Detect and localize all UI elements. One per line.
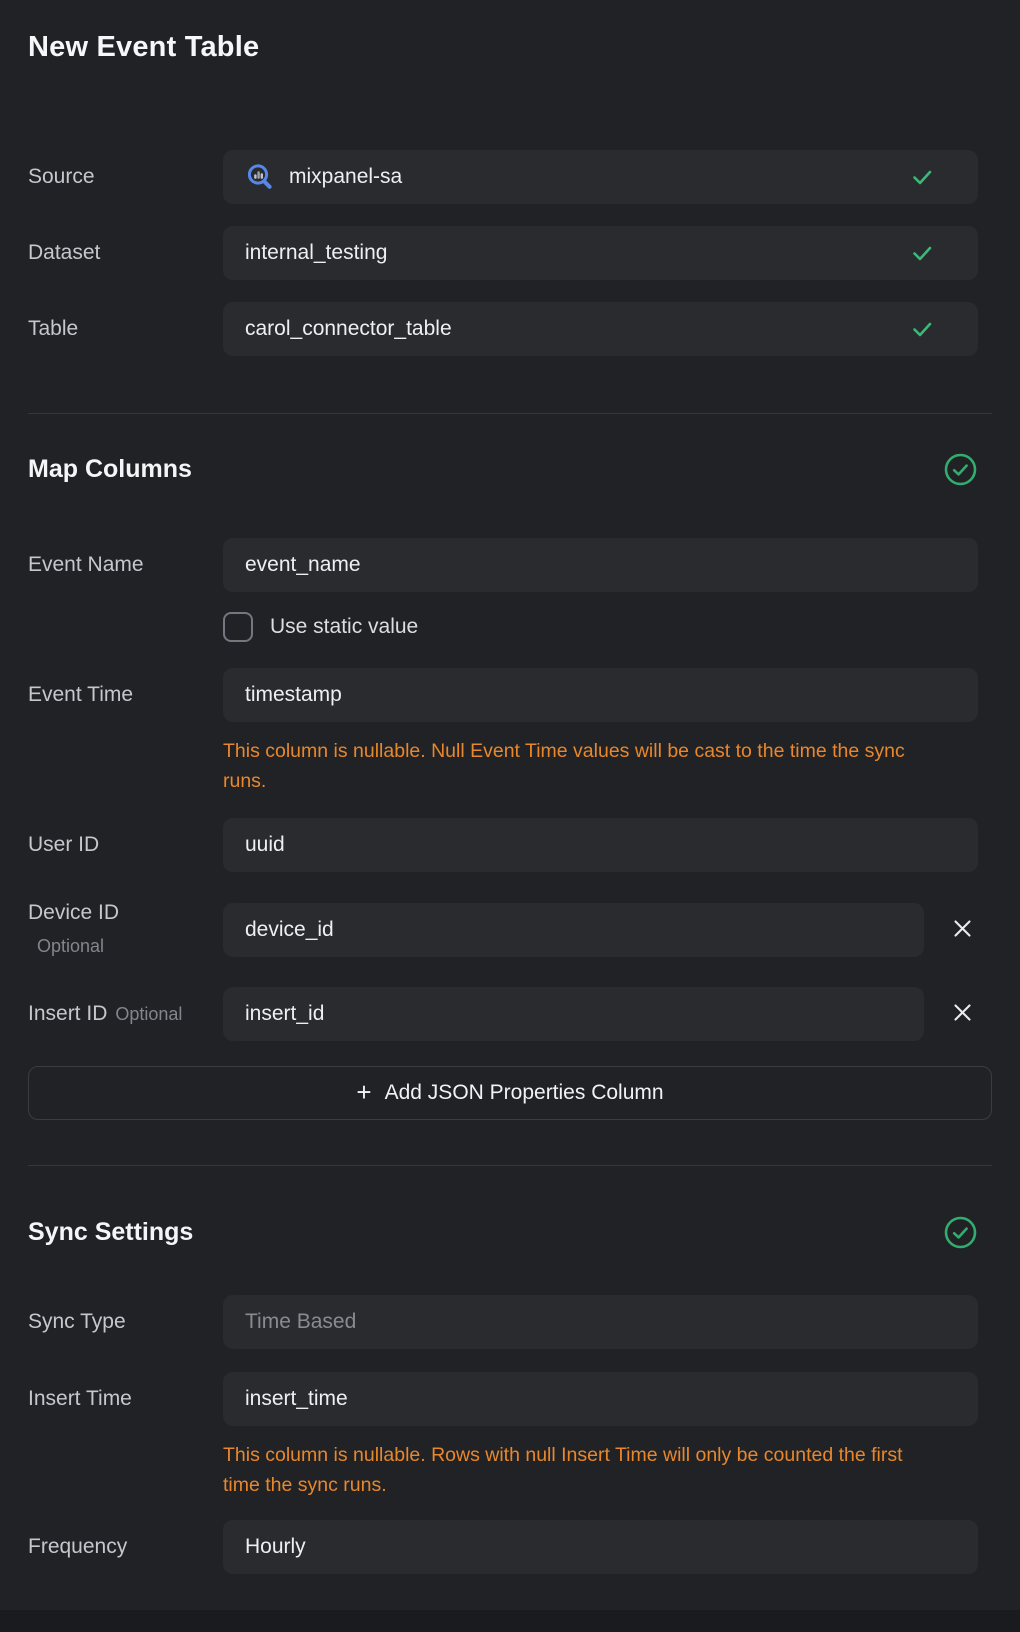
map-columns-header: Map Columns: [28, 452, 992, 486]
insert-id-remove-button[interactable]: [942, 987, 982, 1041]
panel-footer-edge: [0, 1610, 1020, 1632]
frequency-input[interactable]: Hourly: [223, 1520, 978, 1574]
device-id-input[interactable]: device_id: [223, 903, 924, 957]
insert-time-value: insert_time: [245, 1387, 348, 1411]
bigquery-search-icon: [245, 162, 275, 192]
table-value: carol_connector_table: [245, 317, 452, 341]
insert-time-nullable-warning: This column is nullable. Rows with null …: [223, 1440, 938, 1500]
insert-time-input[interactable]: insert_time: [223, 1372, 978, 1426]
map-columns-title: Map Columns: [28, 455, 192, 484]
source-valid-check-icon: [910, 165, 934, 189]
form-row-insert-id: Insert ID Optional insert_id: [28, 987, 992, 1041]
form-row-frequency: Frequency Hourly: [28, 1520, 992, 1574]
source-value: mixpanel-sa: [289, 165, 402, 189]
frequency-value: Hourly: [245, 1535, 306, 1559]
dataset-input[interactable]: internal_testing: [223, 226, 978, 280]
add-json-properties-column-button[interactable]: + Add JSON Properties Column: [28, 1066, 992, 1120]
event-time-nullable-warning: This column is nullable. Null Event Time…: [223, 736, 938, 796]
form-row-dataset: Dataset internal_testing: [28, 226, 992, 280]
plus-icon: +: [356, 1079, 371, 1105]
device-id-label-text: Device ID: [28, 900, 211, 926]
dataset-valid-check-icon: [910, 241, 934, 265]
form-row-source: Source mixpanel-sa: [28, 150, 992, 204]
user-id-label: User ID: [28, 832, 223, 858]
insert-id-optional-badge: Optional: [115, 1004, 182, 1024]
device-id-value: device_id: [245, 918, 334, 942]
insert-id-value: insert_id: [245, 1002, 324, 1026]
page-title: New Event Table: [28, 30, 992, 64]
use-static-value-checkbox[interactable]: [223, 612, 253, 642]
form-row-insert-time: Insert Time insert_time: [28, 1372, 992, 1426]
sync-type-value: Time Based: [245, 1310, 356, 1334]
event-time-value: timestamp: [245, 683, 342, 707]
source-label: Source: [28, 164, 223, 190]
sync-settings-header: Sync Settings: [28, 1215, 992, 1249]
insert-id-label-text: Insert ID: [28, 1002, 107, 1025]
add-json-properties-column-label: Add JSON Properties Column: [385, 1081, 664, 1105]
sync-type-label: Sync Type: [28, 1309, 223, 1335]
form-row-sync-type: Sync Type Time Based: [28, 1295, 992, 1349]
event-time-input[interactable]: timestamp: [223, 668, 978, 722]
insert-id-input[interactable]: insert_id: [223, 987, 924, 1041]
form-row-table: Table carol_connector_table: [28, 302, 992, 356]
event-name-label: Event Name: [28, 552, 223, 578]
sync-settings-complete-circle-check-icon: [944, 1216, 977, 1249]
source-input[interactable]: mixpanel-sa: [223, 150, 978, 204]
section-divider: [28, 1165, 992, 1166]
device-id-label: Device ID Optional: [28, 900, 223, 959]
form-row-event-name: Event Name event_name: [28, 538, 992, 592]
user-id-value: uuid: [245, 833, 285, 857]
event-time-label: Event Time: [28, 682, 223, 708]
section-divider: [28, 413, 992, 414]
close-icon: [952, 1002, 973, 1026]
insert-id-label: Insert ID Optional: [28, 1001, 223, 1027]
form-row-user-id: User ID uuid: [28, 818, 992, 872]
event-name-value: event_name: [245, 553, 361, 577]
event-name-input[interactable]: event_name: [223, 538, 978, 592]
frequency-label: Frequency: [28, 1534, 223, 1560]
new-event-table-panel: New Event Table Source mixpanel-sa: [0, 0, 1020, 1632]
form-row-device-id: Device ID Optional device_id: [28, 900, 992, 959]
dataset-label: Dataset: [28, 240, 223, 266]
dataset-value: internal_testing: [245, 241, 387, 265]
use-static-value-row: Use static value: [223, 612, 992, 642]
map-columns-complete-circle-check-icon: [944, 453, 977, 486]
table-label: Table: [28, 316, 223, 342]
sync-type-input: Time Based: [223, 1295, 978, 1349]
form-row-event-time: Event Time timestamp: [28, 668, 992, 722]
table-input[interactable]: carol_connector_table: [223, 302, 978, 356]
user-id-input[interactable]: uuid: [223, 818, 978, 872]
device-id-optional-badge: Optional: [28, 933, 211, 959]
insert-time-label: Insert Time: [28, 1386, 223, 1412]
table-valid-check-icon: [910, 317, 934, 341]
sync-settings-title: Sync Settings: [28, 1218, 193, 1247]
close-icon: [952, 918, 973, 942]
device-id-remove-button[interactable]: [942, 903, 982, 957]
use-static-value-label: Use static value: [270, 615, 418, 639]
